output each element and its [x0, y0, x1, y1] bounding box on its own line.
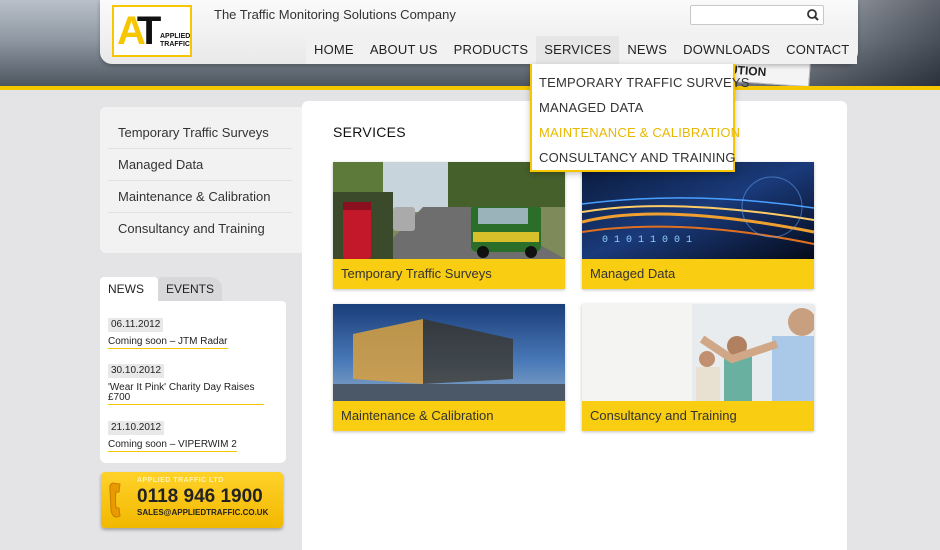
page-title: SERVICES — [333, 124, 406, 140]
svg-text:0 1 0 1 1 0 0 1: 0 1 0 1 1 0 0 1 — [602, 235, 692, 246]
news-link[interactable]: Coming soon – JTM Radar — [108, 337, 228, 349]
meeting-photo — [582, 304, 814, 401]
search-box — [690, 5, 824, 25]
news-link[interactable]: 'Wear It Pink' Charity Day Raises £700 — [108, 383, 264, 405]
news-item: 21.10.2012 Coming soon – VIPERWIM 2 — [108, 417, 278, 452]
dropdown-item-consultancy-training[interactable]: CONSULTANCY AND TRAINING — [532, 145, 736, 170]
sidebar-item-consultancy-training[interactable]: Consultancy and Training — [108, 213, 292, 245]
contact-email[interactable]: SALES@APPLIEDTRAFFIC.CO.UK — [137, 508, 268, 517]
nav-products[interactable]: PRODUCTS — [446, 36, 537, 64]
sidebar-item-managed-data[interactable]: Managed Data — [108, 149, 292, 181]
data-photo: 0 1 0 1 1 0 0 1 — [582, 162, 814, 259]
sidebar-item-temporary-traffic-surveys[interactable]: Temporary Traffic Surveys — [108, 117, 292, 149]
news-date: 30.10.2012 — [108, 364, 165, 378]
main-nav: HOME ABOUT US PRODUCTS SERVICES NEWS DOW… — [306, 36, 858, 64]
nav-about-us[interactable]: ABOUT US — [362, 36, 446, 64]
search-icon — [807, 9, 819, 21]
contact-company: APPLIED TRAFFIC LTD — [137, 477, 224, 484]
dropdown-item-temporary-traffic-surveys[interactable]: TEMPORARY TRAFFIC SURVEYS — [532, 70, 749, 95]
nav-contact[interactable]: CONTACT — [778, 36, 857, 64]
sidebar-item-maintenance-calibration[interactable]: Maintenance & Calibration — [108, 181, 292, 213]
news-date: 21.10.2012 — [108, 421, 165, 435]
service-card-label: Consultancy and Training — [582, 401, 814, 431]
dropdown-item-managed-data[interactable]: MANAGED DATA — [532, 95, 733, 120]
contact-box: APPLIED TRAFFIC LTD 0118 946 1900 SALES@… — [101, 472, 283, 528]
service-card-label: Maintenance & Calibration — [333, 401, 565, 431]
nav-news[interactable]: NEWS — [619, 36, 675, 64]
nav-downloads[interactable]: DOWNLOADS — [675, 36, 778, 64]
tagline: The Traffic Monitoring Solutions Company — [214, 7, 456, 22]
nav-home[interactable]: HOME — [306, 36, 362, 64]
news-item: 30.10.2012 'Wear It Pink' Charity Day Ra… — [108, 360, 278, 405]
tab-news[interactable]: NEWS — [100, 277, 158, 301]
tab-events[interactable]: EVENTS — [158, 277, 222, 301]
truck-photo — [333, 304, 565, 401]
search-input[interactable] — [693, 7, 801, 23]
news-tabs: NEWS EVENTS — [100, 277, 290, 301]
phone-icon — [109, 482, 121, 518]
logo[interactable]: AT APPLIED TRAFFIC — [112, 5, 192, 57]
news-list: 06.11.2012 Coming soon – JTM Radar 30.10… — [100, 301, 286, 463]
service-card-label: Managed Data — [582, 259, 814, 289]
sidebar-menu: Temporary Traffic Surveys Managed Data M… — [100, 107, 302, 253]
service-card-label: Temporary Traffic Surveys — [333, 259, 565, 289]
service-card-temporary-traffic-surveys[interactable]: Temporary Traffic Surveys — [333, 162, 565, 289]
service-card-maintenance-calibration[interactable]: Maintenance & Calibration — [333, 304, 565, 431]
header-stripe — [0, 86, 940, 90]
news-link[interactable]: Coming soon – VIPERWIM 2 — [108, 440, 237, 452]
logo-mark: AT — [117, 9, 161, 53]
street-photo — [333, 162, 565, 259]
dropdown-item-maintenance-calibration[interactable]: MAINTENANCE & CALIBRATION — [532, 120, 740, 145]
logo-text: APPLIED TRAFFIC — [160, 33, 191, 48]
search-button[interactable] — [805, 8, 821, 22]
news-item: 06.11.2012 Coming soon – JTM Radar — [108, 314, 278, 349]
services-dropdown: TEMPORARY TRAFFIC SURVEYS MANAGED DATA M… — [530, 64, 749, 172]
service-card-consultancy-training[interactable]: Consultancy and Training — [582, 304, 814, 431]
news-date: 06.11.2012 — [108, 318, 164, 332]
service-card-managed-data[interactable]: 0 1 0 1 1 0 0 1 Managed Data — [582, 162, 814, 289]
nav-services[interactable]: SERVICES — [536, 36, 620, 64]
contact-phone: 0118 946 1900 — [137, 486, 263, 507]
